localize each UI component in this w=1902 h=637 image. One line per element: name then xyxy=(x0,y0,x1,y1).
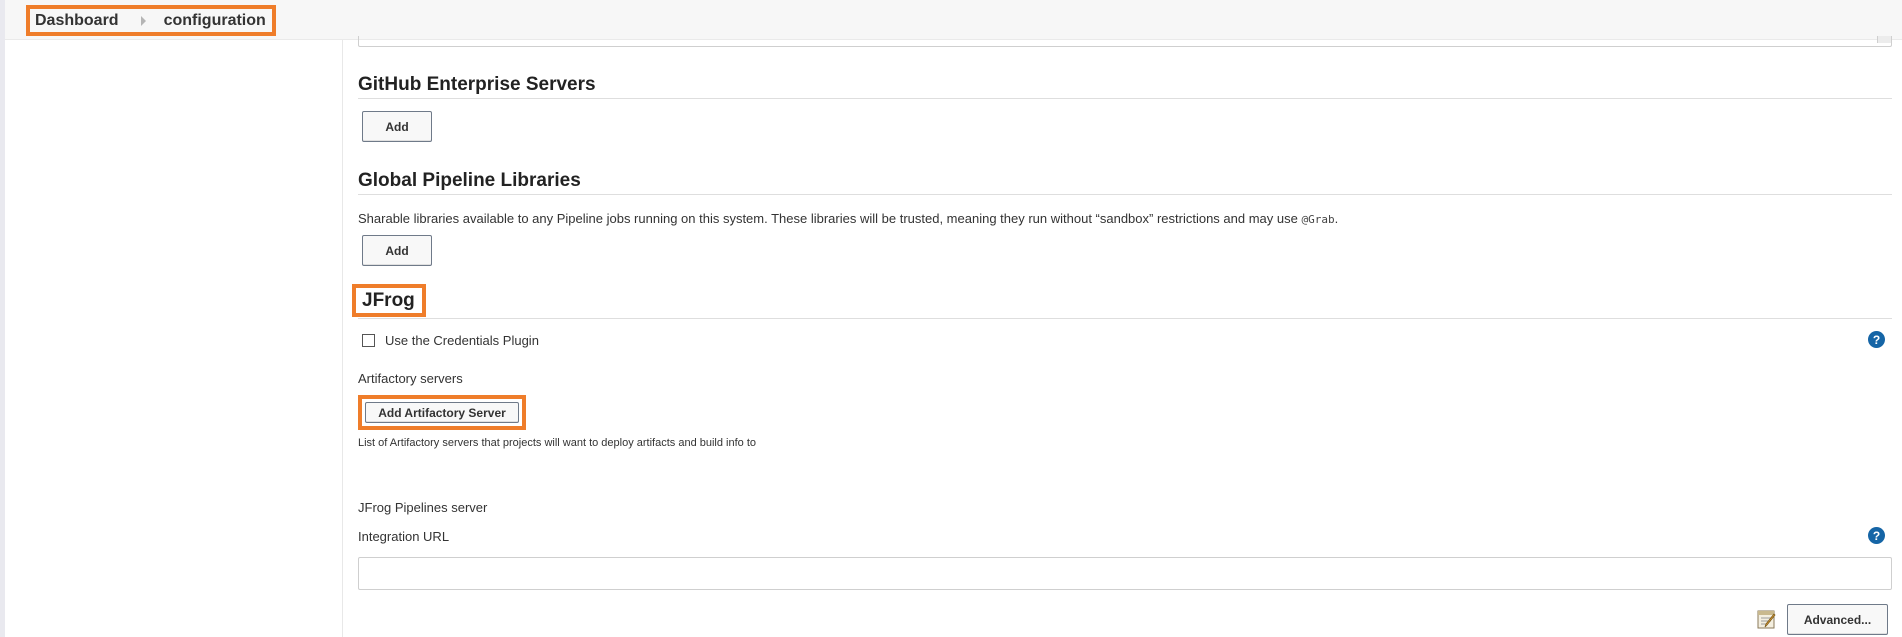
description-text: Sharable libraries available to any Pipe… xyxy=(358,211,1302,226)
artifactory-servers-description: List of Artifactory servers that project… xyxy=(358,437,757,449)
notepad-icon[interactable] xyxy=(1756,608,1778,630)
section-title-text: GitHub Enterprise Servers xyxy=(358,74,596,95)
section-title-jfrog: JFrog xyxy=(352,284,1892,319)
section-title-global-pipeline-libraries: Global Pipeline Libraries xyxy=(358,170,1892,195)
resize-handle[interactable] xyxy=(1877,36,1891,43)
breadcrumb-dashboard[interactable]: Dashboard xyxy=(35,12,119,30)
breadcrumb: Dashboard configuration xyxy=(26,5,276,36)
jfrog-pipelines-server-label: JFrog Pipelines server xyxy=(358,500,488,515)
global-pipeline-libraries-add-button[interactable]: Add xyxy=(362,235,432,266)
add-artifactory-server-button[interactable]: Add Artifactory Server xyxy=(365,402,519,423)
jfrog-title-text: JFrog xyxy=(352,284,426,317)
artifactory-servers-label: Artifactory servers xyxy=(358,371,463,386)
side-panel xyxy=(5,40,343,637)
advanced-button[interactable]: Advanced... xyxy=(1787,604,1888,635)
credentials-plugin-row: Use the Credentials Plugin xyxy=(362,333,539,348)
github-enterprise-add-button[interactable]: Add xyxy=(362,111,432,142)
section-title-github-enterprise: GitHub Enterprise Servers xyxy=(358,74,1892,99)
credentials-plugin-checkbox[interactable] xyxy=(362,334,375,347)
previous-field-bottom xyxy=(358,36,1892,47)
help-icon[interactable]: ? xyxy=(1868,331,1885,348)
top-bar xyxy=(0,0,1902,40)
main-content: GitHub Enterprise Servers Add Global Pip… xyxy=(352,36,1892,637)
integration-url-input[interactable] xyxy=(358,557,1892,590)
integration-url-label: Integration URL xyxy=(358,529,450,544)
section-title-text: Global Pipeline Libraries xyxy=(358,170,581,191)
global-pipeline-libraries-description: Sharable libraries available to any Pipe… xyxy=(358,211,1338,226)
description-end: . xyxy=(1334,211,1339,226)
chevron-right-icon xyxy=(140,15,146,26)
credentials-plugin-label[interactable]: Use the Credentials Plugin xyxy=(385,333,539,348)
add-artifactory-server-highlight: Add Artifactory Server xyxy=(358,395,526,430)
breadcrumb-configuration[interactable]: configuration xyxy=(164,12,266,30)
help-icon[interactable]: ? xyxy=(1868,527,1885,544)
grab-code: @Grab xyxy=(1301,213,1335,226)
